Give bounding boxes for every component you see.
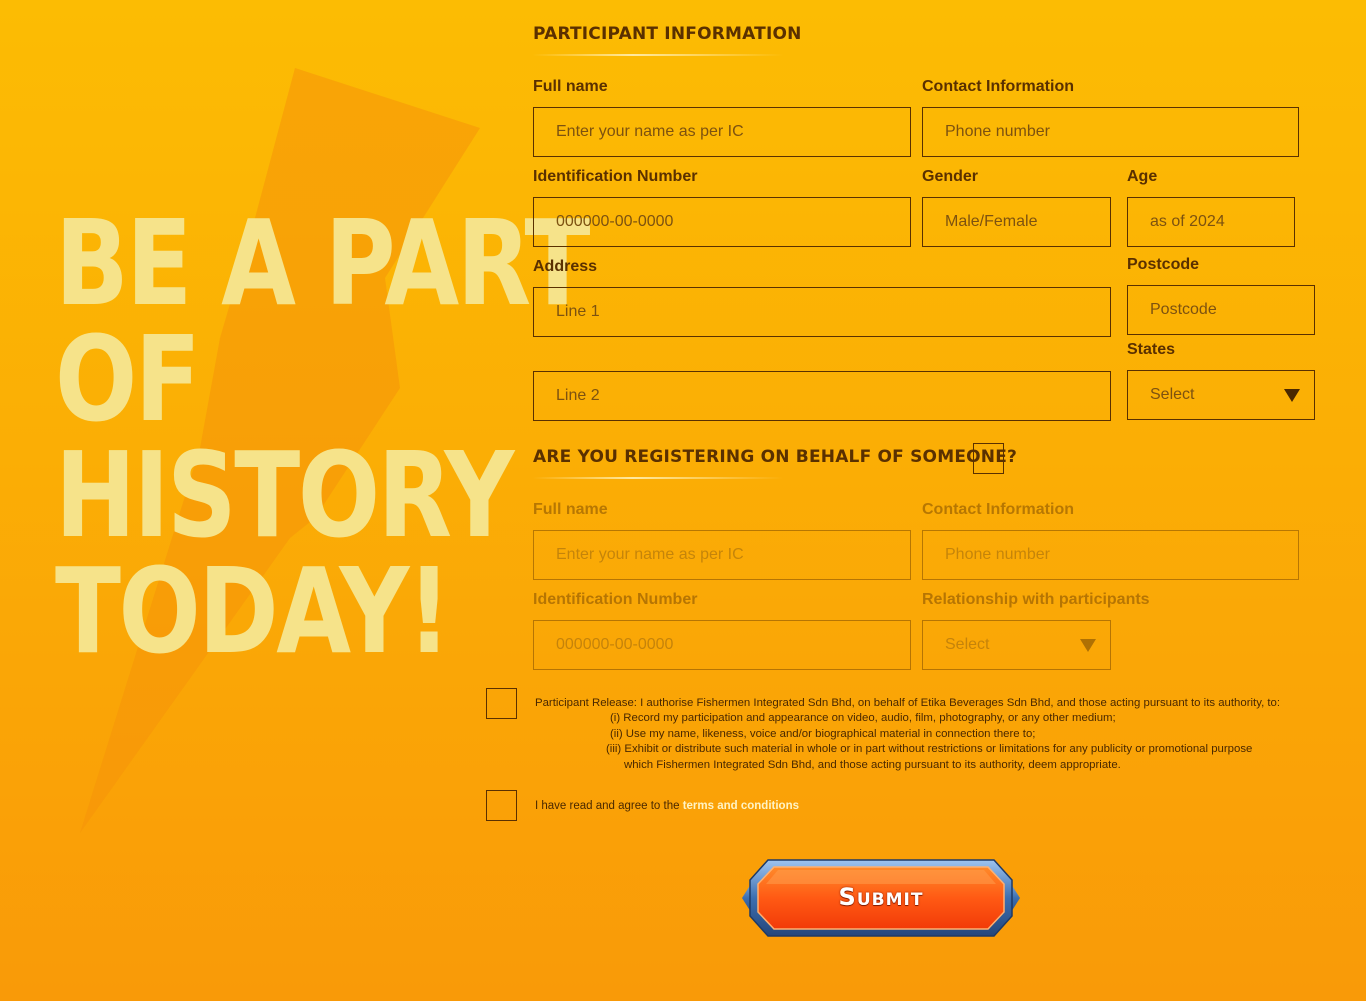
phone-input[interactable] <box>922 107 1299 157</box>
gender-input[interactable] <box>922 197 1111 247</box>
behalf-checkbox[interactable] <box>973 443 1004 474</box>
release-item: (iii) Exhibit or distribute such materia… <box>606 743 1253 756</box>
states-label: States <box>1127 341 1176 358</box>
gender-label: Gender <box>922 168 979 185</box>
behalf-phone-input[interactable] <box>922 530 1299 580</box>
contact-label: Contact Information <box>922 78 1074 95</box>
submit-label: Submit <box>838 883 924 911</box>
submit-button[interactable]: Submit <box>738 858 1024 938</box>
terms-prefix: I have read and agree to the <box>535 800 683 812</box>
behalf-full-name-label: Full name <box>533 501 608 518</box>
relationship-label: Relationship with participants <box>922 591 1150 608</box>
hero-line: OF <box>55 310 201 448</box>
behalf-ic-input[interactable] <box>533 620 911 670</box>
terms-link[interactable]: terms and conditions <box>683 800 799 812</box>
triangle-down-icon <box>1284 388 1300 402</box>
behalf-full-name-input[interactable] <box>533 530 911 580</box>
postcode-input[interactable] <box>1127 285 1315 335</box>
release-item: (ii) Use my name, likeness, voice and/or… <box>610 727 1036 740</box>
address-line1-input[interactable] <box>533 287 1111 337</box>
hero-line: BE A PART <box>55 194 591 332</box>
age-input[interactable] <box>1127 197 1295 247</box>
participant-section-title: PARTICIPANT INFORMATION <box>533 24 802 44</box>
release-item: which Fishermen Integrated Sdn Bhd, and … <box>624 758 1121 771</box>
terms-checkbox[interactable] <box>486 790 517 821</box>
behalf-contact-label: Contact Information <box>922 501 1074 518</box>
relationship-selected-value: Select <box>945 636 990 653</box>
section-underline <box>533 54 783 56</box>
behalf-ic-label: Identification Number <box>533 591 698 608</box>
ic-input[interactable] <box>533 197 911 247</box>
release-checkbox[interactable] <box>486 688 517 719</box>
terms-text: I have read and agree to the terms and c… <box>535 800 799 812</box>
full-name-label: Full name <box>533 78 608 95</box>
full-name-input[interactable] <box>533 107 911 157</box>
states-selected-value: Select <box>1150 386 1195 403</box>
participant-release-text: Participant Release: I authorise Fisherm… <box>535 696 1315 773</box>
age-label: Age <box>1127 168 1158 185</box>
release-intro: Participant Release: I authorise Fisherm… <box>535 697 1281 709</box>
states-select[interactable]: Select <box>1127 370 1315 420</box>
triangle-down-icon <box>1080 638 1096 652</box>
hero-line: TODAY! <box>55 542 451 680</box>
hero-heading: BE A PART OF HISTORY TODAY! <box>55 194 591 680</box>
section-underline <box>533 477 783 479</box>
ic-label: Identification Number <box>533 168 698 185</box>
hero-line: HISTORY <box>55 426 514 564</box>
behalf-section-title: ARE YOU REGISTERING ON BEHALF OF SOMEONE… <box>533 447 1018 467</box>
release-item: (i) Record my participation and appearan… <box>610 712 1116 725</box>
address-label: Address <box>533 258 598 275</box>
postcode-label: Postcode <box>1127 256 1200 273</box>
relationship-select[interactable]: Select <box>922 620 1111 670</box>
address-line2-input[interactable] <box>533 371 1111 421</box>
